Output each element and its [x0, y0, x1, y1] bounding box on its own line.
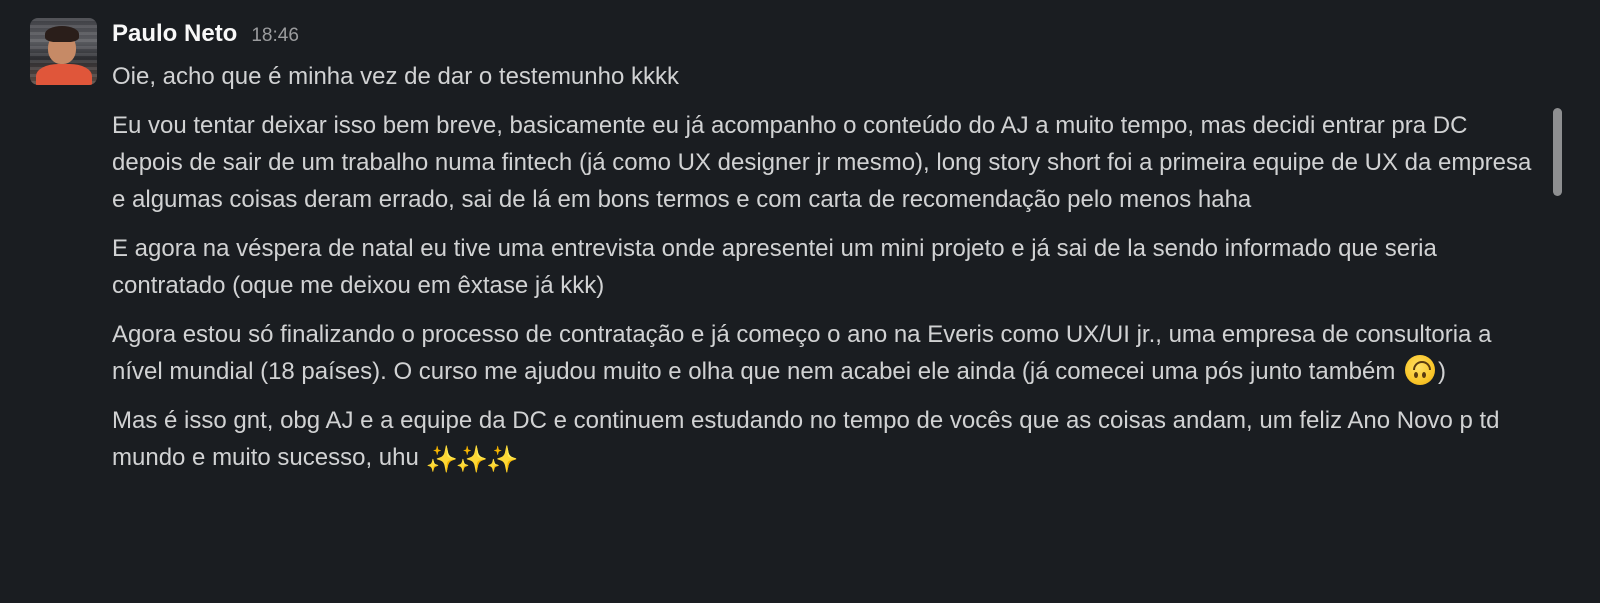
avatar[interactable]: [30, 18, 97, 85]
message-paragraph: Eu vou tentar deixar isso bem breve, bas…: [112, 112, 1532, 213]
message-paragraph: E agora na véspera de natal eu tive uma …: [112, 235, 1437, 299]
scrollbar-thumb[interactable]: [1553, 108, 1562, 196]
message-timestamp[interactable]: 18:46: [251, 25, 299, 47]
avatar-hair: [45, 26, 79, 42]
message-item: Paulo Neto 18:46 Oie, acho que é minha v…: [0, 0, 1560, 603]
message-header: Paulo Neto 18:46: [112, 20, 299, 54]
avatar-shirt: [36, 64, 92, 85]
message-body: Oie, acho que é minha vez de dar o teste…: [112, 58, 1542, 490]
upside-down-face-icon: [1405, 355, 1436, 385]
message-paragraph: Mas é isso gnt, obg AJ e a equipe da DC …: [112, 402, 1542, 478]
sender-name[interactable]: Paulo Neto: [112, 20, 237, 48]
message-paragraph-text: Agora estou só finalizando o processo de…: [112, 321, 1492, 385]
message-paragraph-text-end: ): [1438, 358, 1447, 385]
message-paragraph-text: Mas é isso gnt, obg AJ e a equipe da DC …: [112, 407, 1500, 471]
message-paragraph: Agora estou só finalizando o processo de…: [112, 316, 1542, 390]
sparkles-icon: ✨✨✨: [425, 444, 519, 474]
message-paragraph: Oie, acho que é minha vez de dar o teste…: [112, 63, 679, 90]
